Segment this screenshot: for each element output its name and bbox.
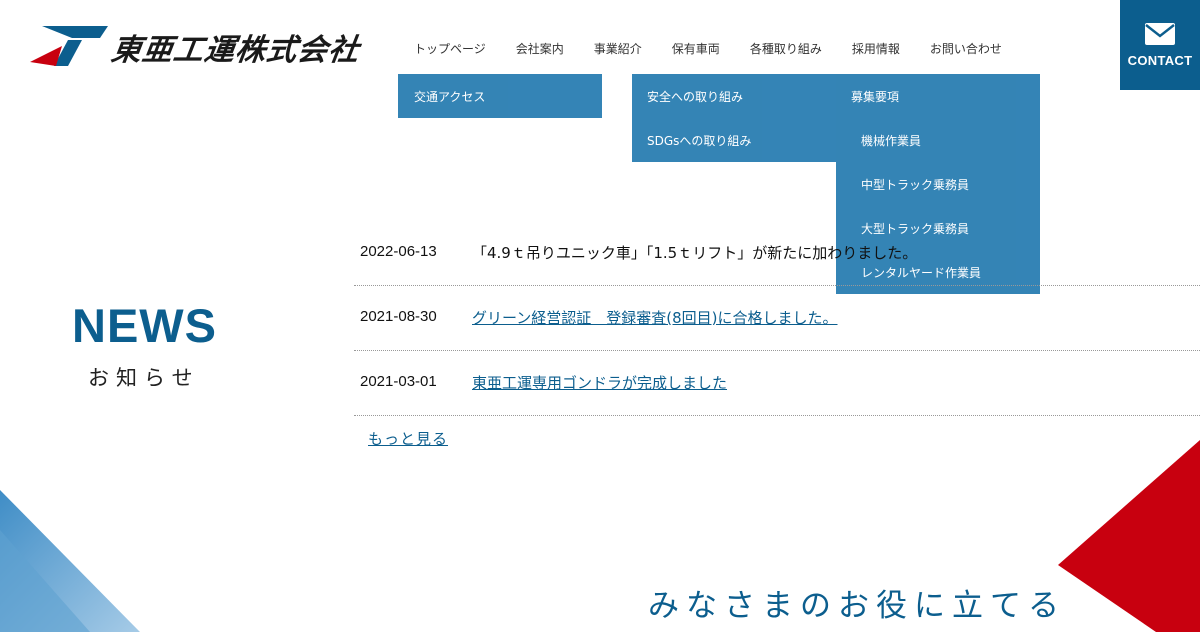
contact-label: CONTACT <box>1127 52 1193 68</box>
mail-icon <box>1145 22 1175 45</box>
news-title: NEWS <box>72 299 217 352</box>
news-item: 2022-06-13 「4.9ｔ吊りユニック車」「1.5ｔリフト」が新たに加わり… <box>354 221 1200 286</box>
logo-mark-icon <box>30 26 108 66</box>
nav-vehicles[interactable]: 保有車両 <box>657 30 735 66</box>
global-nav: トップページ 会社案内 事業紹介 保有車両 各種取り組み 採用情報 お問い合わせ <box>398 30 1017 66</box>
nav-inquiry[interactable]: お問い合わせ <box>915 30 1017 66</box>
tagline: みなさまのお役に立てる <box>648 588 1066 624</box>
nav-recruit[interactable]: 採用情報 <box>837 30 915 66</box>
more-news-link[interactable]: もっと見る <box>368 428 448 449</box>
dropdown-company: 交通アクセス <box>398 74 602 118</box>
nav-top[interactable]: トップページ <box>398 30 501 66</box>
nav-business[interactable]: 事業紹介 <box>579 30 657 66</box>
dropdown-item-machine-operator[interactable]: 機械作業員 <box>861 132 921 149</box>
news-item: 2021-08-30 グリーン経営認証 登録審査(8回目)に合格しました。 <box>354 286 1200 351</box>
news-subtitle: お知らせ <box>88 366 200 390</box>
blue-corner-decoration <box>0 490 140 632</box>
news-date: 2021-03-01 <box>360 373 437 390</box>
contact-button[interactable]: CONTACT <box>1120 0 1200 90</box>
red-corner-decoration <box>1058 440 1200 632</box>
dropdown-item-sdgs[interactable]: SDGsへの取り組み <box>647 132 751 149</box>
dropdown-initiatives: 安全への取り組み SDGsへの取り組み <box>632 74 836 162</box>
dropdown-item-safety[interactable]: 安全への取り組み <box>647 88 743 105</box>
news-item: 2021-03-01 東亜工運専用ゴンドラが完成しました <box>354 351 1200 416</box>
news-date: 2021-08-30 <box>360 308 437 325</box>
news-link[interactable]: グリーン経営認証 登録審査(8回目)に合格しました。 <box>472 307 838 328</box>
dropdown-item-access[interactable]: 交通アクセス <box>414 88 485 105</box>
news-text: 「4.9ｔ吊りユニック車」「1.5ｔリフト」が新たに加わりました。 <box>472 244 918 262</box>
dropdown-item-requirements[interactable]: 募集要項 <box>851 88 899 105</box>
company-logo[interactable]: 東亜工運株式会社 <box>28 24 398 70</box>
nav-company[interactable]: 会社案内 <box>501 30 579 66</box>
dropdown-item-medium-truck[interactable]: 中型トラック乗務員 <box>861 176 969 193</box>
company-name: 東亜工運株式会社 <box>109 33 362 68</box>
nav-initiatives[interactable]: 各種取り組み <box>735 30 837 66</box>
news-link[interactable]: 東亜工運専用ゴンドラが完成しました <box>472 372 727 393</box>
news-date: 2022-06-13 <box>360 243 437 260</box>
